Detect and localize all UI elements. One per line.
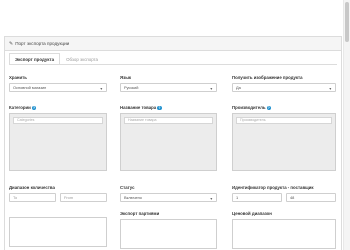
extra-field [9, 215, 107, 247]
page-scrollbar[interactable] [343, 0, 350, 250]
product-id-range-label: Идентификатор продукта - поставщик [232, 185, 314, 190]
product-id-range-field: Идентификатор продукта - поставщик 1 48 [232, 185, 336, 202]
quantity-range-label: Диапазон количества [9, 185, 55, 190]
quantity-to-input[interactable]: From [60, 193, 107, 202]
categories-box: Categories [9, 113, 107, 171]
categories-field: Категории? Categories [9, 105, 107, 171]
categories-input[interactable]: Categories [13, 117, 103, 124]
chevron-down-icon: ▼ [99, 87, 103, 91]
price-range-field: Ценовой диапазон [232, 211, 336, 249]
info-icon[interactable]: ? [157, 105, 162, 111]
language-field: Язык Русский ▼ [120, 75, 217, 92]
export-batch-label: Экспорт партиями [120, 211, 160, 216]
price-range-label: Ценовой диапазон [232, 211, 272, 216]
language-select[interactable]: Русский ▼ [120, 83, 217, 92]
export-panel: ✎ Порт экспорта продукции Экспорт продук… [4, 36, 342, 250]
extra-textarea[interactable] [9, 217, 107, 247]
manufacturer-input[interactable]: Производитель [236, 117, 332, 124]
status-label: Статус [120, 185, 135, 190]
product-id-range-inputs: 1 48 [232, 193, 336, 202]
manufacturer-field: Производитель? Производитель [232, 105, 336, 171]
pencil-icon: ✎ [9, 40, 14, 47]
quantity-range-inputs: To From [9, 193, 107, 202]
product-name-field: Название товара? Название товара [120, 105, 217, 171]
product-name-label: Название товара? [120, 105, 162, 111]
tab-divider [9, 64, 337, 65]
manufacturer-box: Производитель [232, 113, 336, 171]
storage-value: Основной магазин [13, 85, 47, 90]
language-label: Язык [120, 75, 132, 80]
info-icon[interactable]: ? [31, 105, 37, 111]
price-range-input[interactable] [232, 219, 336, 249]
status-select[interactable]: Включено ▼ [120, 193, 217, 202]
product-name-box: Название товара [120, 113, 217, 171]
categories-label: Категории? [9, 105, 37, 111]
scrollbar-thumb[interactable] [345, 2, 349, 42]
get-image-select[interactable]: Да ▼ [232, 83, 336, 92]
product-id-from-input[interactable]: 1 [232, 193, 282, 202]
manufacturer-label: Производитель? [232, 105, 272, 111]
panel-title: Порт экспорта продукции [15, 41, 70, 46]
quantity-from-input[interactable]: To [9, 193, 56, 202]
chevron-down-icon: ▼ [209, 87, 213, 91]
storage-field: Хранить Основной магазин ▼ [9, 75, 107, 92]
info-icon[interactable]: ? [266, 105, 272, 111]
storage-label: Хранить [9, 75, 27, 80]
chevron-down-icon: ▼ [209, 197, 213, 201]
chevron-down-icon: ▼ [328, 87, 332, 91]
get-image-label: Получить изображение продукта [232, 75, 303, 80]
language-value: Русский [124, 85, 139, 90]
product-id-to-input[interactable]: 48 [286, 193, 336, 202]
export-batch-field: Экспорт партиями [120, 211, 217, 249]
export-batch-input[interactable] [120, 219, 217, 249]
product-name-input[interactable]: Название товара [124, 117, 213, 124]
panel-heading: ✎ Порт экспорта продукции [5, 37, 341, 51]
get-image-field: Получить изображение продукта Да ▼ [232, 75, 336, 92]
status-value: Включено [124, 195, 142, 200]
status-field: Статус Включено ▼ [120, 185, 217, 202]
storage-select[interactable]: Основной магазин ▼ [9, 83, 107, 92]
quantity-range-field: Диапазон количества To From [9, 185, 107, 202]
get-image-value: Да [236, 85, 241, 90]
